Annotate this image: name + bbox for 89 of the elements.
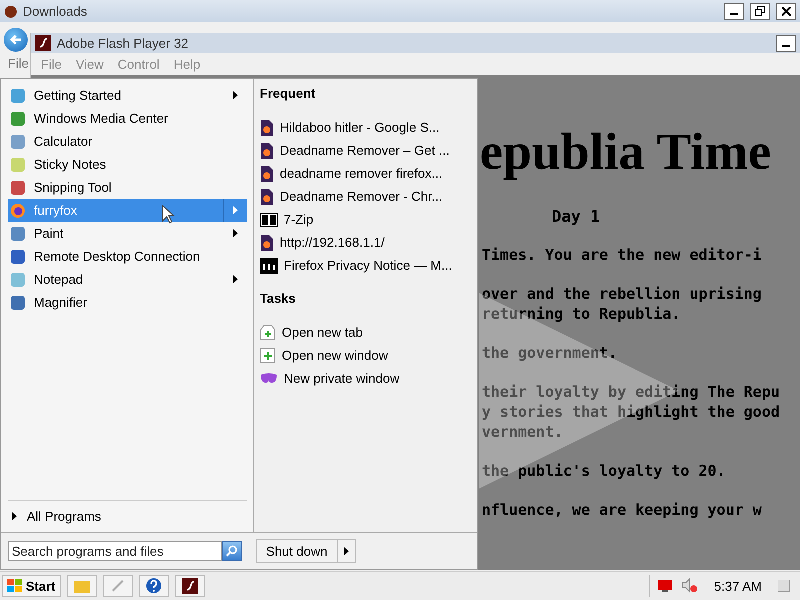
section-heading: Frequent [260,84,317,103]
story-text: over and the rebellion uprising [482,285,763,304]
story-text: the public's loyalty to 20. [482,462,727,481]
flash-icon [182,578,198,594]
program-icon [10,180,26,196]
program-icon [10,134,26,150]
new-window-icon [260,348,276,364]
program-icon [10,88,26,104]
new-tab-icon [260,324,276,340]
story-text: their loyalty by editing The Repu [482,383,782,402]
program-item[interactable]: Notepad [8,268,223,291]
jump-list-item[interactable]: http://192.168.1.1/ [260,231,471,254]
page-icon [260,234,274,250]
page-icon [260,120,274,136]
page-icon [260,166,274,182]
jump-list-item[interactable]: Deadname Remover - Chr... [260,185,471,208]
close-button[interactable] [776,2,796,20]
clock[interactable]: 5:37 AM [708,578,768,594]
app-icon [4,4,18,18]
program-icon [10,248,26,264]
story-text: Times. You are the new editor-i [482,246,763,265]
program-item[interactable]: Magnifier [8,291,247,314]
jump-list-item[interactable]: Hildaboo hitler - Google S... [260,116,471,139]
taskbar-button[interactable] [138,575,169,597]
taskbar-button[interactable] [174,575,205,597]
minimize-button[interactable] [724,2,744,20]
search-icon [226,545,238,557]
section-heading: Tasks [260,290,297,308]
mouse-cursor-icon [162,205,176,225]
jump-list-item[interactable]: New private window [260,367,471,390]
story-text: nfluence, we are keeping your w [482,501,763,520]
arrow-icon [233,206,238,215]
restore-icon [755,6,765,16]
page-icon [260,142,274,158]
search-field[interactable]: Search programs and files [8,541,222,561]
program-item[interactable]: Windows Media Center [8,107,247,130]
jump-list-item[interactable]: Deadname Remover – Get ... [260,139,471,162]
program-item[interactable]: Calculator [8,130,247,153]
window-title: Downloads [23,4,88,18]
program-icon [10,110,26,126]
flash-icon [35,35,51,51]
program-item[interactable]: Paint [8,222,223,245]
arrow-icon [344,546,349,556]
help-icon [146,578,162,594]
program-icon [10,202,26,218]
program-item[interactable]: Remote Desktop Connection [8,245,247,268]
window-title: Adobe Flash Player 32 [57,36,189,50]
all-programs-button[interactable]: All Programs [8,500,247,532]
archive-icon [260,212,278,226]
monitor-icon[interactable] [658,580,672,592]
program-item[interactable]: Snipping Tool [8,176,247,199]
start-button[interactable]: Start [2,575,61,597]
speaker-muted-icon[interactable] [682,578,698,594]
minimize-button[interactable] [776,34,796,52]
search-button[interactable] [222,541,242,561]
program-icon [10,156,26,172]
jump-list-item[interactable]: deadname remover firefox... [260,162,471,185]
pen-icon [110,579,125,593]
jump-list-item[interactable]: Open new window [260,344,471,367]
restore-button[interactable] [750,2,770,20]
jump-list-item[interactable]: Open new tab [260,321,471,344]
program-item[interactable]: Getting Started [8,84,223,107]
story-text: y stories that highlight the good [482,403,782,422]
program-icon [10,226,26,242]
arrow-icon [233,275,238,284]
close-icon [782,6,790,16]
shut-down-button[interactable]: Shut down [256,539,338,563]
story-text: returning to Republia. [482,305,682,324]
arrow-icon [12,512,17,521]
back-arrow-icon [10,34,22,46]
jump-list-item[interactable]: 7-Zip [260,208,471,231]
newspaper-title: epublia Time [480,125,772,181]
page-icon [260,188,274,204]
menu-item[interactable]: File [4,53,33,74]
mask-icon [260,372,278,384]
windows-logo-icon [7,579,23,593]
day-label: Day 1 [552,207,602,226]
program-icon [10,294,26,310]
back-button[interactable] [4,28,28,52]
shut-down-options-button[interactable] [338,539,356,563]
story-text: vernment. [482,423,564,442]
arrow-icon [233,91,238,100]
program-item[interactable]: Sticky Notes [8,153,247,176]
site-icon [260,258,278,274]
arrow-icon [233,229,238,238]
jump-list-item[interactable]: Firefox Privacy Notice — M... [260,254,471,277]
story-text: the government. [482,344,618,363]
program-icon [10,272,26,288]
folder-icon [74,579,90,593]
